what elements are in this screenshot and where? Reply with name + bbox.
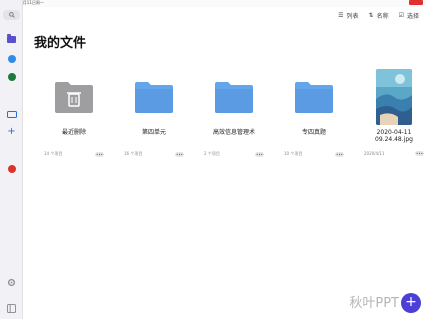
sort-button[interactable]: ⇅ 名称	[369, 11, 389, 20]
folder-icon	[295, 82, 333, 113]
sidebar-item-safari[interactable]	[4, 51, 19, 66]
file-name: 最近删除	[61, 129, 86, 136]
file-grid: 最近删除 14 个项目 ••• 第四单元 16 个项目 ••• 高效信息管理术 …	[34, 67, 427, 157]
file-meta: 16 个项目	[124, 151, 143, 156]
sidebar-item-record[interactable]	[4, 161, 19, 176]
monitor-icon	[6, 110, 17, 118]
file-name: 专四真题	[301, 129, 326, 136]
list-icon: ☰	[338, 12, 344, 19]
file-name: 第四单元	[141, 129, 166, 136]
sidebar-icon	[7, 304, 16, 313]
file-item-folder[interactable]: 高效信息管理术 2 个项目 •••	[194, 67, 274, 157]
more-button[interactable]: •••	[95, 151, 104, 157]
record-icon	[7, 164, 16, 173]
sidebar: +	[0, 0, 23, 319]
more-button[interactable]: •••	[335, 151, 344, 157]
sidebar-settings[interactable]	[4, 275, 19, 290]
app-icon	[7, 72, 16, 81]
battery-icon	[409, 0, 423, 5]
gear-icon	[7, 278, 16, 287]
file-name: 高效信息管理术	[212, 129, 255, 136]
file-name: 2020-04-11 09.24.48.jpg	[375, 129, 413, 143]
file-meta: 2 个项目	[204, 151, 220, 156]
image-thumbnail	[376, 69, 412, 125]
trash-folder-icon	[55, 82, 93, 113]
status-bar: 下午3:24 5月11日周一	[0, 0, 427, 7]
search-icon	[8, 12, 15, 18]
add-button[interactable]: +	[401, 293, 421, 313]
compass-icon	[7, 54, 16, 63]
sort-icon: ⇅	[368, 12, 374, 19]
checkbox-icon: ☑	[398, 12, 404, 19]
toolbar: ☰ 列表 ⇅ 名称 ☑ 选择	[338, 11, 419, 20]
watermark: 秋叶PPT	[349, 296, 399, 311]
file-item-image[interactable]: 2020-04-11 09.24.48.jpg 2020/4/11 •••	[354, 67, 427, 157]
plus-icon: +	[7, 125, 16, 137]
folder-icon	[215, 82, 253, 113]
sidebar-item-files[interactable]	[4, 32, 19, 47]
page-title: 我的文件	[34, 36, 87, 51]
sidebar-item-device[interactable]	[4, 107, 19, 122]
file-item-recently-deleted[interactable]: 最近删除 14 个项目 •••	[34, 67, 114, 157]
select-label: 选择	[406, 13, 419, 20]
more-button[interactable]: •••	[415, 151, 424, 156]
more-button[interactable]: •••	[175, 151, 184, 157]
sidebar-item-app[interactable]	[4, 69, 19, 84]
sidebar-toggle[interactable]	[4, 301, 19, 316]
search-button[interactable]	[3, 10, 20, 20]
file-meta: 10 个项目	[284, 151, 303, 156]
more-button[interactable]: •••	[255, 151, 264, 157]
folder-icon	[7, 34, 16, 43]
sidebar-add-button[interactable]: +	[4, 124, 19, 139]
main-content: ☰ 列表 ⇅ 名称 ☑ 选择 我的文件 最近删除 14 个项目 ••• 第四单元…	[24, 7, 427, 319]
folder-icon	[135, 82, 173, 113]
list-label: 列表	[346, 13, 359, 20]
select-button[interactable]: ☑ 选择	[399, 11, 419, 20]
app: 下午3:24 5月11日周一 +	[0, 0, 427, 319]
file-meta: 14 个项目	[44, 151, 63, 156]
file-item-folder[interactable]: 专四真题 10 个项目 •••	[274, 67, 354, 157]
list-view-button[interactable]: ☰ 列表	[338, 11, 358, 20]
file-item-folder[interactable]: 第四单元 16 个项目 •••	[114, 67, 194, 157]
sort-label: 名称	[376, 13, 389, 20]
file-meta: 2020/4/11	[364, 151, 385, 156]
